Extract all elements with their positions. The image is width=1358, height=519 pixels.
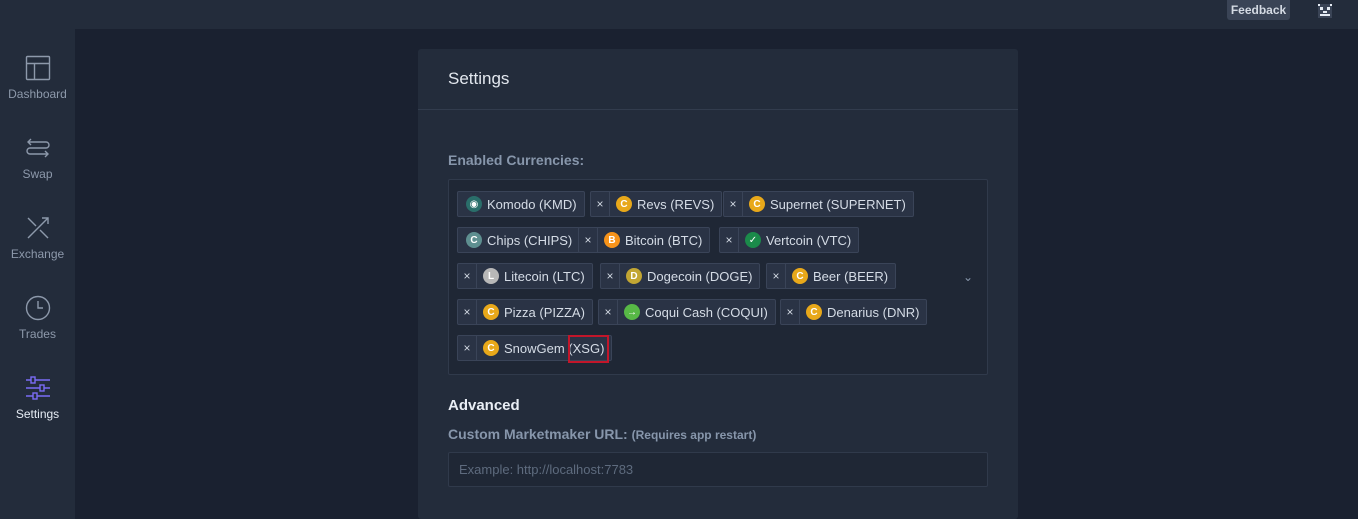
remove-currency-button[interactable]: × bbox=[601, 264, 620, 288]
currency-tag-label: Komodo (KMD) bbox=[487, 196, 577, 212]
feedback-button[interactable]: Feedback bbox=[1227, 0, 1290, 20]
remove-currency-button[interactable]: × bbox=[591, 192, 610, 216]
sidebar-item-settings[interactable]: Settings bbox=[0, 375, 75, 445]
currency-tag-ltc: × L Litecoin (LTC) bbox=[457, 263, 593, 289]
page-title: Settings bbox=[448, 69, 510, 88]
snowgem-icon: C bbox=[483, 340, 499, 356]
sidebar-item-label: Settings bbox=[15, 407, 60, 421]
highlight-box bbox=[568, 335, 609, 363]
currency-tag-label: Litecoin (LTC) bbox=[504, 268, 585, 284]
denarius-icon: C bbox=[806, 304, 822, 320]
sidebar-item-dashboard[interactable]: Dashboard bbox=[0, 55, 75, 125]
marketmaker-url-label: Custom Marketmaker URL: (Requires app re… bbox=[448, 426, 756, 442]
currency-tag-vtc: × ✓ Vertcoin (VTC) bbox=[719, 227, 860, 253]
swap-icon bbox=[25, 138, 50, 158]
remove-currency-button[interactable]: × bbox=[458, 264, 477, 288]
currency-tag-supernet: × C Supernet (SUPERNET) bbox=[723, 191, 914, 217]
currency-tag-label: Dogecoin (DOGE) bbox=[647, 268, 753, 284]
currency-tag-doge: × D Dogecoin (DOGE) bbox=[600, 263, 761, 289]
settings-card: Settings Enabled Currencies: ⌄ ◉ Komodo … bbox=[418, 49, 1018, 519]
komodo-icon: ◉ bbox=[466, 196, 482, 212]
currency-tag-label: Revs (REVS) bbox=[637, 196, 715, 212]
currency-tag-label: Vertcoin (VTC) bbox=[766, 232, 852, 248]
currency-tag-kmd: ◉ Komodo (KMD) bbox=[457, 191, 585, 217]
currency-multiselect[interactable]: ⌄ ◉ Komodo (KMD) × C Revs (REVS) × C Sup… bbox=[448, 179, 988, 375]
restart-note: (Requires app restart) bbox=[631, 428, 757, 442]
dashboard-icon bbox=[25, 55, 50, 81]
remove-currency-button[interactable]: × bbox=[599, 300, 618, 324]
currency-tag-dnr: × C Denarius (DNR) bbox=[780, 299, 928, 325]
coqui-cash-icon: → bbox=[624, 304, 640, 320]
sidebar-item-swap[interactable]: Swap bbox=[0, 135, 75, 205]
divider bbox=[418, 109, 1018, 110]
currency-tag-label: Supernet (SUPERNET) bbox=[770, 196, 906, 212]
pixel-avatar-icon[interactable] bbox=[1316, 3, 1334, 19]
remove-currency-button[interactable]: × bbox=[767, 264, 786, 288]
currency-tag-coqui: × → Coqui Cash (COQUI) bbox=[598, 299, 776, 325]
supernet-icon: C bbox=[749, 196, 765, 212]
advanced-heading: Advanced bbox=[448, 397, 520, 414]
currency-tag-label: Bitcoin (BTC) bbox=[625, 232, 703, 248]
remove-currency-button[interactable]: × bbox=[724, 192, 743, 216]
currency-tag-revs: × C Revs (REVS) bbox=[590, 191, 723, 217]
sliders-icon bbox=[25, 376, 50, 400]
remove-currency-button[interactable]: × bbox=[458, 336, 477, 360]
remove-currency-button[interactable]: × bbox=[579, 228, 598, 252]
marketmaker-url-label-text: Custom Marketmaker URL: bbox=[448, 426, 628, 442]
currency-tag-chips: C Chips (CHIPS) bbox=[457, 227, 581, 253]
bitcoin-icon: B bbox=[604, 232, 620, 248]
currency-tag-btc: × B Bitcoin (BTC) bbox=[578, 227, 711, 253]
clock-icon bbox=[25, 295, 50, 321]
currency-tag-label: Pizza (PIZZA) bbox=[504, 304, 585, 320]
enabled-currencies-label: Enabled Currencies: bbox=[448, 152, 585, 168]
beer-icon: C bbox=[792, 268, 808, 284]
litecoin-icon: L bbox=[483, 268, 499, 284]
dogecoin-icon: D bbox=[626, 268, 642, 284]
revs-icon: C bbox=[616, 196, 632, 212]
currency-tag-label: Denarius (DNR) bbox=[827, 304, 920, 320]
top-bar: Feedback bbox=[0, 0, 1358, 29]
remove-currency-button[interactable]: × bbox=[781, 300, 800, 324]
sidebar-item-label: Swap bbox=[22, 167, 53, 181]
sidebar-item-label: Trades bbox=[19, 327, 56, 341]
currency-tag-label: Beer (BEER) bbox=[813, 268, 889, 284]
sidebar-item-label: Dashboard bbox=[8, 87, 67, 101]
sidebar-item-label: Exchange bbox=[10, 247, 65, 261]
remove-currency-button[interactable]: × bbox=[458, 300, 477, 324]
marketmaker-url-input[interactable] bbox=[448, 452, 988, 487]
currency-tag-label: Coqui Cash (COQUI) bbox=[645, 304, 768, 320]
exchange-icon bbox=[27, 217, 49, 239]
currency-tag-beer: × C Beer (BEER) bbox=[766, 263, 897, 289]
pizza-icon: C bbox=[483, 304, 499, 320]
currency-tag-label: Chips (CHIPS) bbox=[487, 232, 573, 248]
remove-currency-button[interactable]: × bbox=[720, 228, 739, 252]
currency-tag-pizza: × C Pizza (PIZZA) bbox=[457, 299, 593, 325]
vertcoin-icon: ✓ bbox=[745, 232, 761, 248]
sidebar: Dashboard Swap Exchange Trades Settings bbox=[0, 29, 75, 519]
chevron-down-icon[interactable]: ⌄ bbox=[963, 270, 973, 284]
sidebar-item-exchange[interactable]: Exchange bbox=[0, 215, 75, 285]
chips-icon: C bbox=[466, 232, 482, 248]
sidebar-item-trades[interactable]: Trades bbox=[0, 295, 75, 365]
